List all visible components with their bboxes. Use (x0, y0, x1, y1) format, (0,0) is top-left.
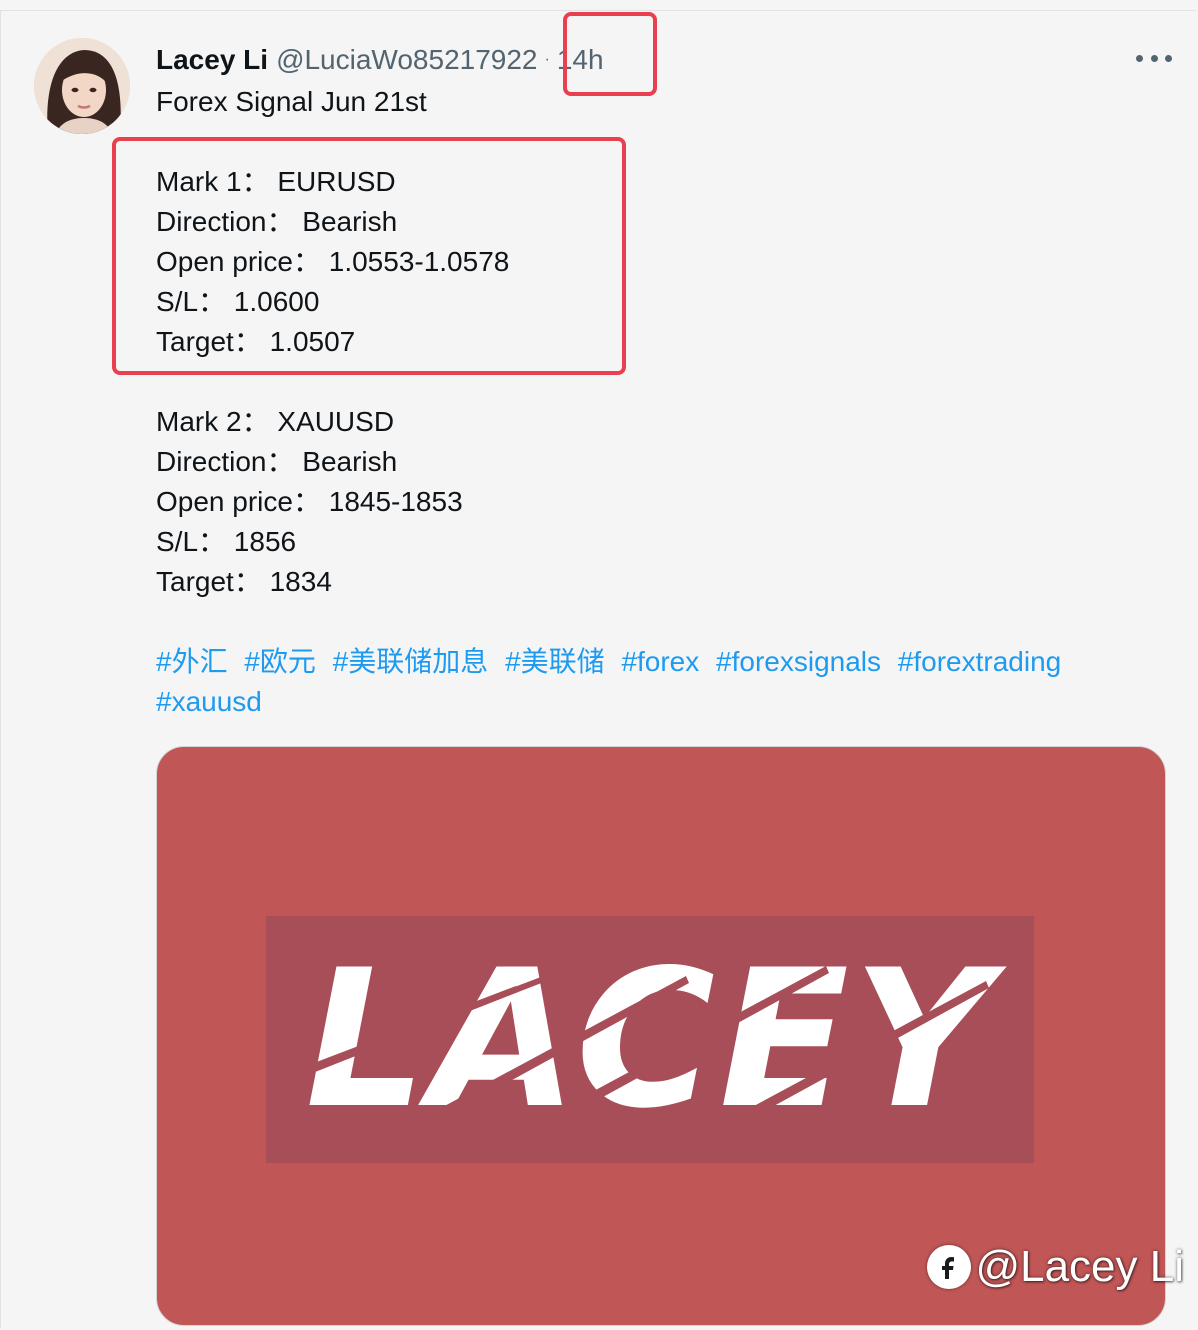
hashtag-link[interactable]: #美联储加息 (333, 646, 489, 677)
logo-slash-marks (306, 956, 989, 1129)
user-handle[interactable]: @LuciaWo85217922 (276, 44, 537, 76)
signal-block-2: Mark 2： XAUUSD Direction： Bearish Open p… (156, 402, 463, 602)
logo-banner: LACEY (266, 916, 1034, 1163)
signal-mark: Mark 2： XAUUSD (156, 406, 395, 437)
tweet-media-image[interactable]: LACEY (156, 746, 1166, 1326)
avatar-image (34, 38, 130, 134)
hashtag-link[interactable]: #forexsignals (716, 646, 881, 677)
hashtag-link[interactable]: #美联储 (505, 646, 605, 677)
hashtag-list: #外汇 #欧元 #美联储加息 #美联储 #forex #forexsignals… (156, 642, 1156, 722)
subtitle-line: Forex Signal Jun 21st (156, 86, 427, 117)
display-name[interactable]: Lacey Li (156, 44, 268, 76)
separator-dot: · (544, 51, 550, 68)
avatar[interactable] (34, 38, 130, 134)
hashtag-link[interactable]: #forextrading (898, 646, 1061, 677)
watermark-text: @Lacey Li (975, 1242, 1184, 1291)
tweet-subtitle: Forex Signal Jun 21st (156, 82, 427, 122)
signal-stop-loss: S/L： 1856 (156, 526, 297, 557)
more-horizontal-icon[interactable] (1136, 38, 1172, 78)
hashtag-link[interactable]: #forex (621, 646, 699, 677)
hashtag-link[interactable]: #欧元 (244, 646, 316, 677)
watermark: @Lacey Li (927, 1242, 1184, 1292)
hashtag-link[interactable]: #外汇 (156, 646, 228, 677)
hashtag-link[interactable]: #xauusd (156, 686, 262, 717)
tweet-header: Lacey Li @LuciaWo85217922 · 14h (156, 40, 604, 80)
brand-logo-icon (927, 1245, 972, 1289)
signal-direction: Direction： Bearish (156, 446, 398, 477)
highlight-box-signal (112, 137, 626, 375)
highlight-box-time (563, 12, 657, 96)
signal-target: Target： 1834 (156, 566, 332, 597)
signal-open-price: Open price： 1845-1853 (156, 486, 463, 517)
